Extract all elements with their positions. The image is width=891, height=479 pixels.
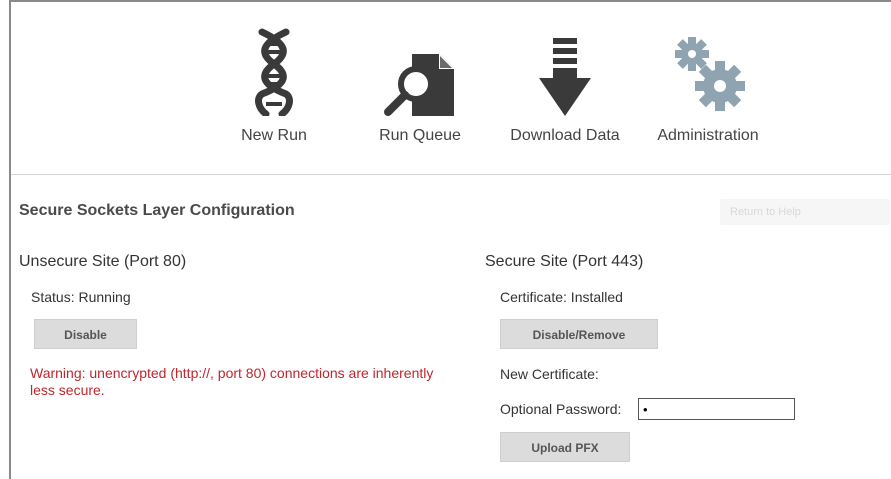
download-arrow-icon (497, 30, 633, 116)
unsecure-site-heading: Unsecure Site (Port 80) (19, 253, 187, 270)
unsecure-status: Status: Running (31, 289, 131, 305)
app-frame: New Run Run Queue Download Data Administ… (9, 0, 891, 479)
search-document-icon (365, 30, 475, 116)
nav-label: Run Queue (379, 127, 461, 144)
password-label: Optional Password: (500, 401, 622, 417)
nav-label: New Run (241, 127, 307, 144)
nav-label: Download Data (510, 127, 620, 144)
upload-pfx-button[interactable]: Upload PFX (500, 432, 630, 462)
unsecure-warning: Warning: unencrypted (http://, port 80) … (30, 365, 434, 398)
disable-remove-button[interactable]: Disable/Remove (500, 319, 658, 349)
gears-icon (647, 30, 769, 116)
nav-new-run[interactable]: New Run (229, 2, 319, 174)
nav-label: Administration (657, 127, 759, 144)
top-navigation: New Run Run Queue Download Data Administ… (11, 2, 891, 175)
password-input[interactable] (638, 398, 795, 420)
certificate-status: Certificate: Installed (500, 289, 623, 305)
new-certificate-label: New Certificate: (500, 366, 599, 382)
nav-run-queue[interactable]: Run Queue (365, 2, 475, 174)
nav-administration[interactable]: Administration (647, 2, 769, 174)
help-link[interactable]: Return to Help (720, 199, 890, 225)
disable-button[interactable]: Disable (34, 319, 137, 349)
secure-site-heading: Secure Site (Port 443) (485, 253, 644, 270)
nav-download-data[interactable]: Download Data (497, 2, 633, 174)
dna-icon (229, 28, 319, 116)
page-title: Secure Sockets Layer Configuration (19, 202, 295, 219)
